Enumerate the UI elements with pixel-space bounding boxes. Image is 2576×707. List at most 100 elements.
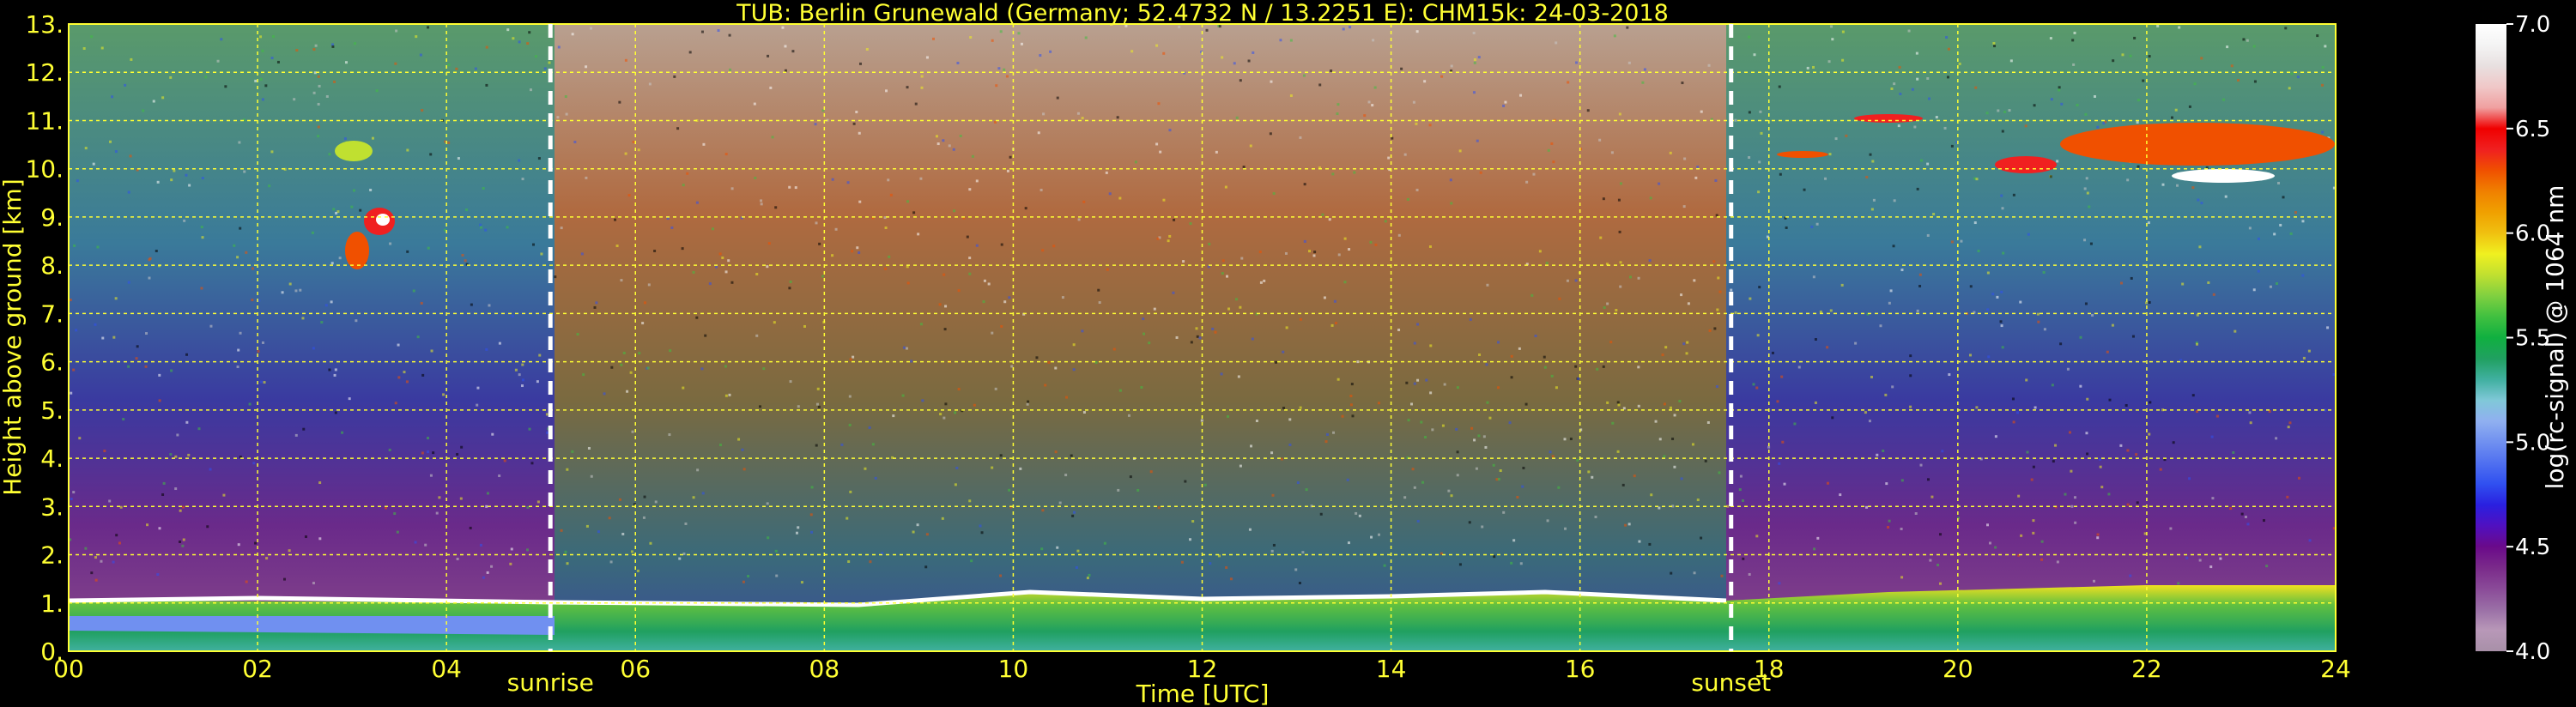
noise-speck — [2308, 539, 2312, 542]
noise-speck — [2064, 492, 2067, 496]
noise-speck — [1484, 445, 1488, 449]
noise-speck — [2249, 421, 2252, 425]
noise-speck — [1041, 249, 1045, 252]
noise-speck — [840, 443, 844, 446]
noise-speck — [312, 91, 316, 94]
noise-speck — [1919, 463, 1923, 467]
noise-speck — [641, 322, 645, 325]
noise-speck — [892, 414, 895, 418]
noise-speck — [469, 526, 472, 529]
y-tick-label: 6. — [40, 348, 64, 377]
noise-speck — [405, 380, 409, 384]
noise-speck — [2302, 356, 2306, 360]
noise-speck — [979, 524, 982, 528]
noise-speck — [1720, 574, 1724, 577]
noise-speck — [957, 388, 961, 391]
noise-speck — [864, 467, 867, 470]
noise-speck — [2020, 534, 2023, 537]
noise-speck — [1707, 63, 1711, 67]
noise-speck — [1356, 360, 1360, 364]
noise-speck — [288, 549, 291, 553]
noise-speck — [1449, 178, 1452, 182]
noise-speck — [2188, 105, 2191, 108]
noise-speck — [2307, 349, 2311, 353]
noise-speck — [788, 287, 791, 290]
noise-speck — [1142, 317, 1145, 321]
noise-speck — [176, 433, 179, 437]
noise-speck — [72, 368, 76, 372]
noise-speck — [90, 571, 94, 575]
noise-speck — [737, 438, 741, 441]
noise-speck — [851, 250, 854, 253]
noise-speck — [1797, 366, 1801, 369]
x-tick-label: 18 — [1754, 655, 1785, 683]
noise-speck — [1713, 327, 1717, 330]
noise-speck — [2079, 335, 2082, 339]
noise-speck — [1900, 527, 1903, 530]
noise-speck — [1673, 414, 1676, 417]
noise-speck — [424, 543, 427, 547]
noise-speck — [1441, 424, 1445, 427]
noise-speck — [669, 349, 672, 353]
noise-speck — [460, 445, 464, 449]
noise-speck — [476, 403, 479, 407]
noise-speck — [1425, 378, 1428, 382]
noise-speck — [919, 177, 923, 180]
noise-speck — [1753, 53, 1756, 57]
noise-speck — [1996, 295, 1999, 299]
noise-speck — [682, 184, 685, 187]
noise-speck — [1622, 407, 1626, 410]
y-tick-label: 0. — [40, 638, 64, 666]
noise-speck — [169, 76, 173, 79]
noise-speck — [1034, 69, 1038, 72]
noise-speck — [239, 331, 242, 335]
noise-speck — [2171, 116, 2174, 119]
noise-speck — [618, 498, 621, 501]
noise-speck — [2136, 501, 2139, 505]
noise-speck — [1415, 122, 1418, 125]
noise-speck — [388, 448, 391, 451]
noise-speck — [1412, 100, 1415, 104]
noise-speck — [624, 152, 627, 155]
noise-speck — [730, 187, 734, 190]
noise-speck — [2121, 53, 2124, 57]
noise-speck — [1779, 172, 1782, 176]
noise-speck — [1325, 432, 1329, 436]
noise-speck — [608, 517, 611, 520]
noise-speck — [1103, 541, 1106, 545]
noise-speck — [1973, 221, 1977, 225]
noise-speck — [115, 534, 118, 537]
noise-speck — [2290, 72, 2294, 76]
noise-speck — [590, 474, 593, 478]
noise-speck — [668, 433, 671, 437]
noise-speck — [2129, 54, 2132, 57]
noise-speck — [1058, 501, 1062, 505]
noise-speck — [590, 27, 593, 30]
noise-speck — [1413, 382, 1416, 385]
noise-speck — [2092, 579, 2095, 583]
noise-speck — [293, 98, 296, 101]
noise-speck — [1341, 414, 1344, 418]
noise-speck — [1331, 172, 1335, 176]
noise-speck — [1563, 438, 1567, 441]
noise-speck — [1815, 222, 1819, 226]
noise-speck — [1279, 39, 1282, 42]
noise-speck — [447, 141, 451, 144]
cirrus-cloud — [335, 141, 373, 161]
colorbar-bar — [2476, 24, 2506, 651]
noise-speck — [1602, 365, 1605, 368]
noise-speck — [1611, 421, 1615, 425]
noise-speck — [312, 347, 315, 350]
noise-speck — [1994, 546, 1997, 549]
noise-speck — [1598, 138, 1602, 142]
noise-speck — [920, 86, 924, 89]
noise-speck — [2324, 45, 2327, 48]
noise-speck — [2011, 397, 2015, 401]
noise-speck — [1519, 94, 1523, 97]
noise-speck — [1673, 465, 1676, 468]
noise-speck — [73, 244, 76, 247]
noise-speck — [281, 291, 284, 294]
noise-speck — [1550, 142, 1554, 145]
noise-speck — [1508, 421, 1512, 425]
noise-speck — [1175, 335, 1179, 339]
